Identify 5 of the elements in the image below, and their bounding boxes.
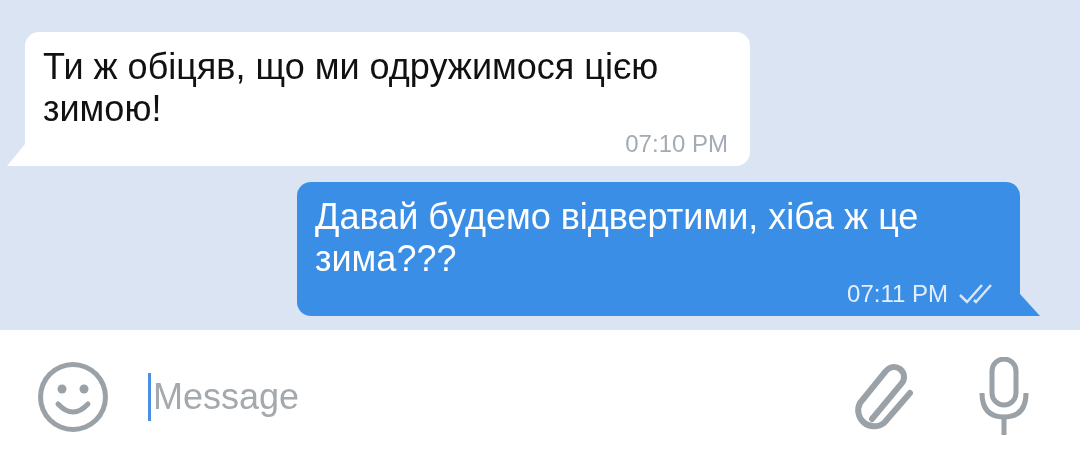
message-text: Давай будемо відвертими, хіба ж це зима??? — [315, 196, 920, 280]
message-time: 07:11 PM — [847, 280, 948, 308]
emoji-icon[interactable] — [36, 360, 110, 434]
message-text: Ти ж обіцяв, що ми одружимося цією зимою! — [43, 46, 660, 130]
message-time: 07:10 PM — [625, 130, 728, 158]
